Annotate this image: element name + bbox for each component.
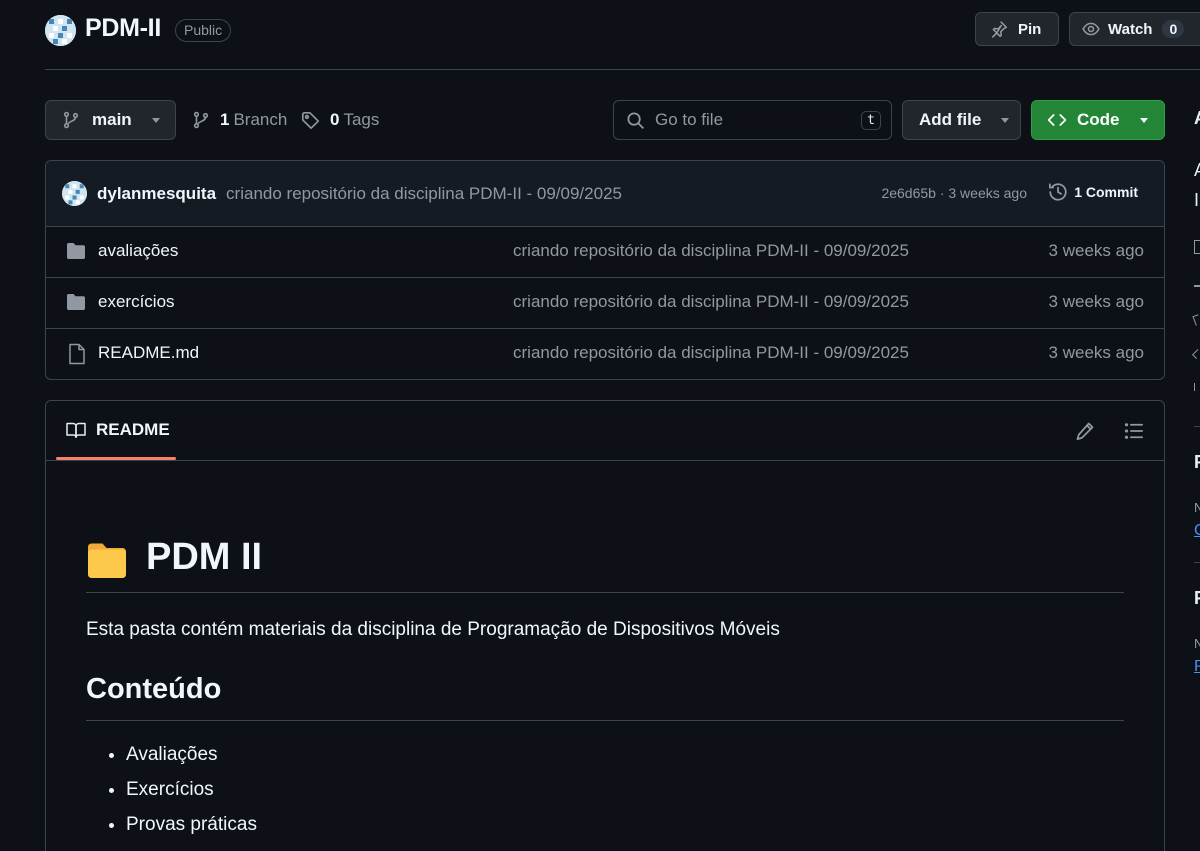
readme-header: README xyxy=(46,401,1164,461)
chevron-down-icon xyxy=(151,117,160,123)
go-to-file-search[interactable]: t xyxy=(613,100,892,140)
add-file-label: Add file xyxy=(919,110,982,129)
readme-tab-label: README xyxy=(96,420,170,439)
sidebar-divider xyxy=(1194,426,1200,427)
pin-label: Pin xyxy=(1018,20,1042,38)
repo-name[interactable]: PDM-II xyxy=(85,14,161,43)
code-button[interactable]: Code xyxy=(1031,100,1165,140)
file-name[interactable]: avaliações xyxy=(98,241,178,261)
file-icon xyxy=(68,343,86,365)
about-heading-fragment: A xyxy=(1194,108,1200,129)
history-icon xyxy=(1048,182,1068,202)
releases-heading-fragment: F xyxy=(1194,452,1200,472)
tag-count: 0 xyxy=(330,110,340,129)
readme-content-list: Avaliações Exercícios Provas práticas xyxy=(126,744,257,849)
chevron-down-icon xyxy=(1139,117,1148,123)
file-row[interactable]: avaliações criando repositório da discip… xyxy=(46,227,1164,278)
file-commit-message[interactable]: criando repositório da disciplina PDM-II… xyxy=(513,241,909,261)
activity-icon xyxy=(1194,285,1200,287)
fork-icon xyxy=(1194,383,1198,391)
commit-message[interactable]: criando repositório da disciplina PDM-II… xyxy=(226,184,622,204)
file-commit-time: 3 weeks ago xyxy=(1048,292,1144,311)
branch-count-label: Branch xyxy=(233,110,288,129)
readme-description: Esta pasta contém materiais da disciplin… xyxy=(86,619,780,640)
list-item: Avaliações xyxy=(126,744,257,779)
git-branch-icon xyxy=(192,111,210,129)
packages-link-fragment[interactable]: P xyxy=(1194,658,1200,676)
sidebar-divider xyxy=(1194,562,1200,563)
packages-heading-fragment: F xyxy=(1194,588,1200,608)
pin-button[interactable]: Pin xyxy=(975,12,1059,46)
readme-panel: README PDM II Esta pasta contém materiai… xyxy=(45,400,1165,851)
branch-selector[interactable]: main xyxy=(45,100,176,140)
search-icon xyxy=(626,111,645,130)
pencil-icon[interactable] xyxy=(1075,421,1095,441)
commit-history-link[interactable]: 1 Commit xyxy=(1048,182,1138,202)
pin-icon xyxy=(990,20,1008,38)
code-icon xyxy=(1047,111,1067,129)
commit-hash-time[interactable]: 2e6d65b · 3 weeks ago xyxy=(881,185,1027,201)
file-row[interactable]: README.md criando repositório da discipl… xyxy=(46,329,1164,379)
add-file-button[interactable]: Add file xyxy=(902,100,1021,140)
active-tab-indicator xyxy=(56,457,176,460)
folder-icon xyxy=(66,242,86,260)
branches-link[interactable]: 1 Branch xyxy=(192,110,287,130)
star-icon xyxy=(1192,314,1200,326)
git-branch-icon xyxy=(62,111,80,129)
file-commit-message[interactable]: criando repositório da disciplina PDM-II… xyxy=(513,292,909,312)
list-item: Exercícios xyxy=(126,779,257,814)
visibility-badge: Public xyxy=(175,19,232,42)
header-divider xyxy=(45,69,1200,70)
commit-author-avatar[interactable] xyxy=(62,181,87,206)
releases-link-fragment[interactable]: C xyxy=(1194,522,1200,540)
latest-commit-bar: dylanmesquita criando repositório da dis… xyxy=(46,161,1164,227)
branch-count: 1 xyxy=(220,110,230,129)
go-to-file-input[interactable] xyxy=(655,110,845,130)
watch-label: Watch xyxy=(1108,20,1153,38)
releases-text-fragment: N xyxy=(1194,500,1200,515)
watch-count: 0 xyxy=(1162,20,1185,38)
tag-count-label: Tags xyxy=(343,110,380,129)
about-text-fragment: I xyxy=(1194,190,1200,210)
readme-heading-2: Conteúdo xyxy=(86,673,1124,721)
code-label: Code xyxy=(1077,110,1120,129)
file-commit-time: 3 weeks ago xyxy=(1048,343,1144,362)
readme-title: PDM II xyxy=(146,536,263,578)
eye-icon xyxy=(1082,20,1100,38)
chevron-down-icon xyxy=(1001,117,1010,123)
commit-count-label: 1 Commit xyxy=(1074,184,1138,200)
about-text-fragment: A xyxy=(1194,160,1200,181)
file-name[interactable]: README.md xyxy=(98,343,199,363)
readme-link-icon xyxy=(1194,240,1200,254)
watch-button[interactable]: Watch 0 xyxy=(1069,12,1200,46)
list-item: Provas práticas xyxy=(126,814,257,849)
file-row[interactable]: exercícios criando repositório da discip… xyxy=(46,278,1164,329)
branch-name: main xyxy=(92,110,132,129)
folder-icon xyxy=(66,293,86,311)
list-unordered-icon[interactable] xyxy=(1124,421,1144,441)
packages-text-fragment: N xyxy=(1194,636,1200,651)
file-table: dylanmesquita criando repositório da dis… xyxy=(45,160,1165,380)
keyboard-shortcut-hint: t xyxy=(861,110,881,130)
eye-icon xyxy=(1192,349,1200,359)
readme-heading-1: PDM II xyxy=(86,531,1124,593)
tags-link[interactable]: 0 Tags xyxy=(301,110,379,130)
repo-owner-avatar[interactable] xyxy=(45,15,76,46)
folder-emoji-icon xyxy=(86,541,128,579)
file-name[interactable]: exercícios xyxy=(98,292,175,312)
book-icon xyxy=(66,421,86,439)
commit-author[interactable]: dylanmesquita xyxy=(97,184,216,204)
tab-readme[interactable]: README xyxy=(66,420,170,440)
file-commit-message[interactable]: criando repositório da disciplina PDM-II… xyxy=(513,343,909,363)
tag-icon xyxy=(301,111,320,130)
file-commit-time: 3 weeks ago xyxy=(1048,241,1144,260)
